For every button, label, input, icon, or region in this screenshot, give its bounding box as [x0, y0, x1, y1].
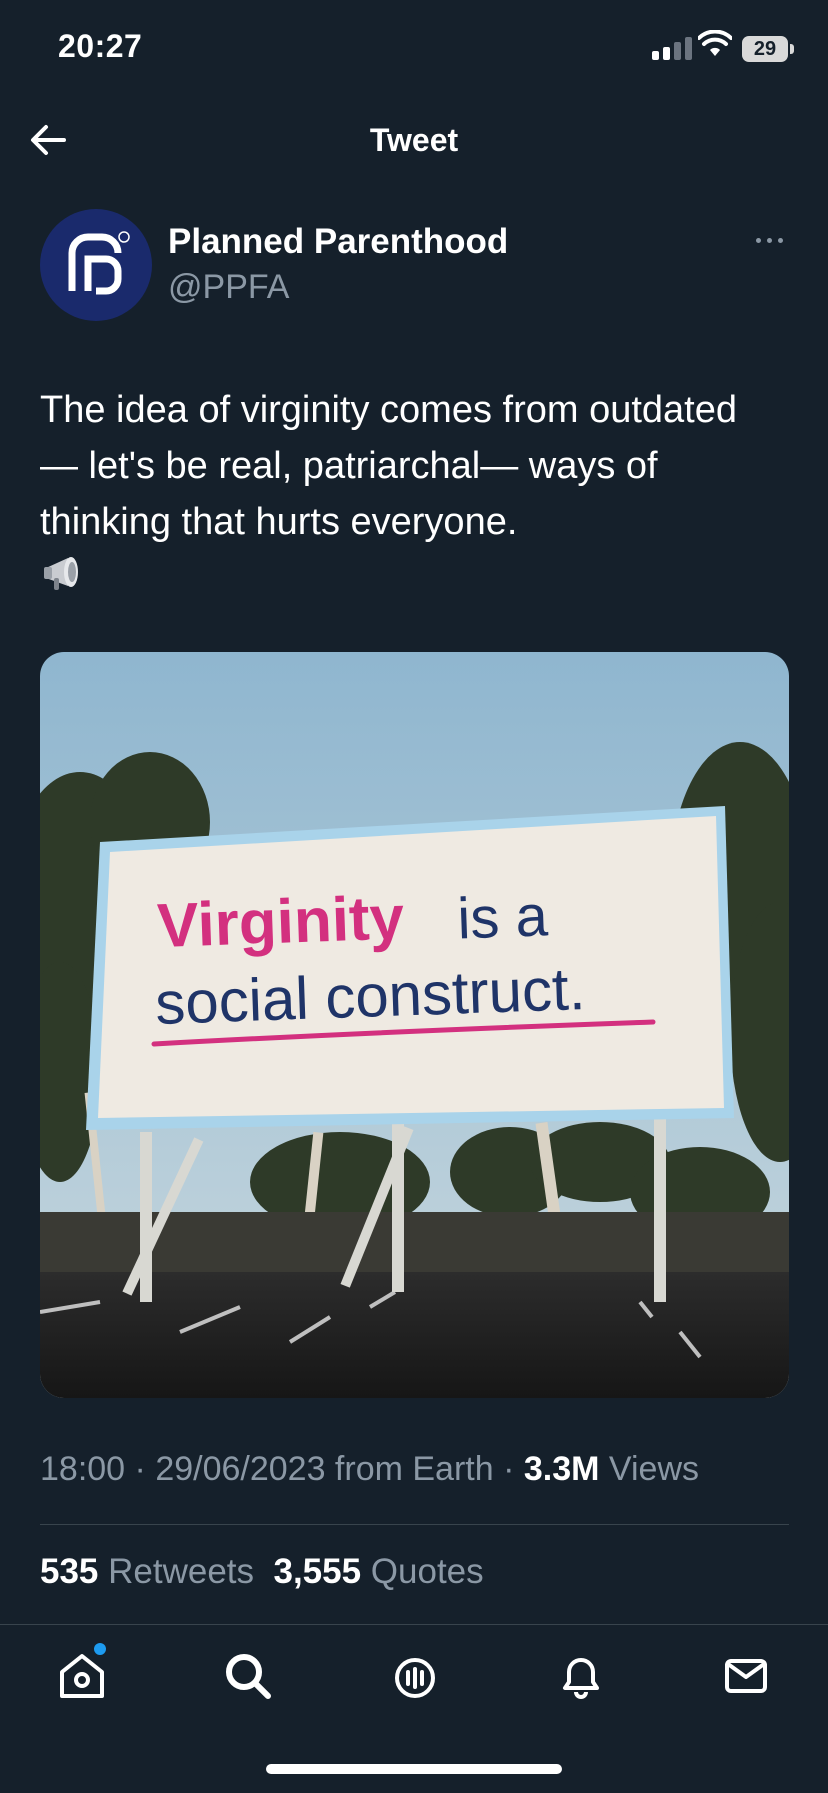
- more-options-icon[interactable]: [756, 238, 783, 243]
- tweet-source: from Earth: [325, 1450, 494, 1488]
- spaces-icon[interactable]: [389, 1650, 441, 1702]
- planned-parenthood-logo-icon: [68, 231, 130, 295]
- views-label: Views: [599, 1450, 699, 1488]
- avatar[interactable]: [40, 209, 152, 321]
- tweet-stats: 535 Retweets 3,555 Quotes: [40, 1552, 484, 1592]
- cellular-signal-icon: [652, 34, 692, 60]
- megaphone-icon: [44, 557, 78, 590]
- tweet-meta: 18:00 · 29/06/2023 from Earth · 3.3M Vie…: [40, 1450, 699, 1488]
- search-icon[interactable]: [222, 1650, 274, 1702]
- quotes-link[interactable]: 3,555 Quotes: [273, 1552, 483, 1591]
- author-handle[interactable]: @PPFA: [168, 268, 289, 307]
- billboard-line1-rest: is a: [440, 883, 549, 952]
- retweets-link[interactable]: 535 Retweets: [40, 1552, 254, 1591]
- tweet-time: 18:00: [40, 1450, 126, 1488]
- messages-icon[interactable]: [720, 1650, 772, 1702]
- tweet-image[interactable]: Virginity is a social construct.: [40, 652, 789, 1398]
- home-indicator[interactable]: [266, 1764, 562, 1774]
- tweet-text: The idea of virginity comes from outdate…: [40, 389, 738, 543]
- notifications-icon[interactable]: [555, 1650, 607, 1702]
- home-icon[interactable]: [56, 1650, 108, 1702]
- billboard-word-pink: Virginity: [156, 883, 406, 961]
- views-count: 3.3M: [523, 1450, 600, 1488]
- status-time: 20:27: [58, 28, 143, 64]
- author-name[interactable]: Planned Parenthood: [168, 222, 508, 262]
- battery-tip: [790, 44, 794, 54]
- page-title: Tweet: [369, 122, 459, 158]
- home-notification-dot: [94, 1643, 106, 1655]
- battery-icon: 29: [742, 36, 788, 62]
- wifi-icon: [698, 30, 732, 56]
- divider: [40, 1524, 789, 1525]
- tweet-date: 29/06/2023: [155, 1450, 326, 1488]
